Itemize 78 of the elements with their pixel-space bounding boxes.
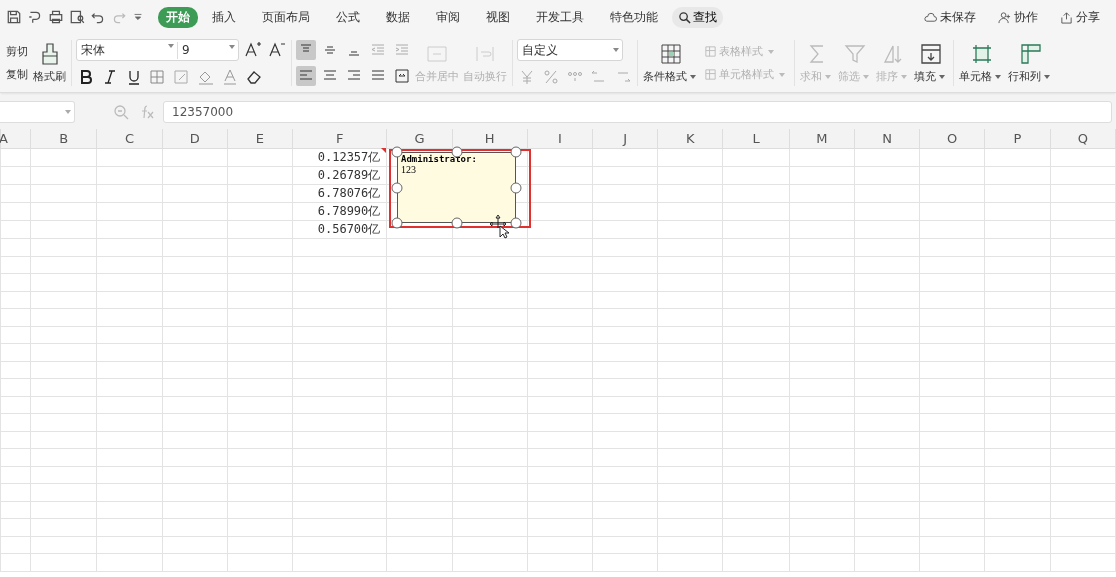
comment-text: 123 <box>401 164 417 175</box>
caret-icon <box>689 72 697 81</box>
cells-button[interactable]: 单元格 <box>958 40 1005 86</box>
filter-icon <box>843 42 867 66</box>
resize-handle[interactable] <box>391 217 403 229</box>
header-action[interactable]: 未保存 <box>918 7 982 27</box>
format-painter-button[interactable]: 格式刷 <box>32 40 67 86</box>
table-icon <box>704 68 717 81</box>
add-user-icon <box>998 10 1011 24</box>
search-button[interactable]: 查找 <box>672 6 723 28</box>
resize-handle[interactable] <box>391 182 403 193</box>
left-align-icon[interactable] <box>296 66 316 86</box>
fill-down-icon <box>919 42 943 66</box>
column-header[interactable]: F <box>335 131 344 146</box>
column-header[interactable]: Q <box>1077 131 1088 146</box>
top-align-icon[interactable] <box>296 40 316 60</box>
menu-tab[interactable]: 数据 <box>374 6 422 28</box>
menu-tab[interactable]: 公式 <box>324 6 372 28</box>
column-header[interactable]: M <box>816 131 828 146</box>
caret-icon <box>862 72 870 81</box>
search-icon <box>678 10 691 24</box>
column-header[interactable]: L <box>752 131 760 146</box>
print-icon[interactable] <box>48 9 64 25</box>
cut-button[interactable]: 剪切 <box>4 43 30 60</box>
menu-tab[interactable]: 开发工具 <box>524 6 596 28</box>
column-header[interactable]: J <box>623 131 628 146</box>
print-preview-icon[interactable] <box>69 9 85 25</box>
zoom-icon[interactable] <box>111 102 131 122</box>
column-header[interactable]: G <box>414 131 425 146</box>
caret-icon <box>767 47 775 56</box>
table-cell: 0.26789亿 <box>317 168 381 182</box>
column-header[interactable]: I <box>558 131 562 146</box>
cloud-icon <box>924 10 937 24</box>
table-cell: 0.12357亿 <box>317 150 381 164</box>
grid-icon <box>659 42 683 66</box>
caret-icon <box>824 72 832 81</box>
menu-tab[interactable]: 特色功能 <box>598 6 670 28</box>
menu-tab[interactable]: 视图 <box>474 6 522 28</box>
caret-icon <box>938 72 946 81</box>
caret-icon <box>1043 72 1051 81</box>
header-action[interactable]: 协作 <box>992 7 1044 27</box>
column-header[interactable]: K <box>686 131 695 146</box>
table-cell: 6.78076亿 <box>317 186 381 200</box>
rows-columns-icon <box>1018 42 1043 66</box>
resize-handle[interactable] <box>510 146 522 158</box>
header-action[interactable]: 分享 <box>1054 7 1106 27</box>
caret-icon <box>900 72 908 81</box>
resize-handle[interactable] <box>510 217 522 229</box>
comment-box[interactable]: Administrator: 123 <box>397 152 516 223</box>
table-cell: 0.56700亿 <box>317 222 381 236</box>
conditional-format-button[interactable]: 条件格式 <box>642 40 700 86</box>
comment-author: Administrator: <box>401 154 478 164</box>
column-header[interactable]: E <box>255 131 264 146</box>
percent-icon[interactable] <box>541 67 561 87</box>
cells-button[interactable]: 行和列 <box>1007 40 1054 86</box>
caret-icon <box>994 72 1002 81</box>
menu-tab[interactable]: 审阅 <box>424 6 472 28</box>
caret-icon <box>778 70 786 79</box>
table-icon <box>704 45 717 58</box>
column-header[interactable]: B <box>59 131 69 146</box>
save-icon[interactable] <box>6 9 22 25</box>
resize-handle[interactable] <box>391 146 403 158</box>
column-header[interactable]: D <box>189 131 200 146</box>
resize-handle[interactable] <box>510 182 522 193</box>
column-header[interactable]: N <box>882 131 892 146</box>
editing-button[interactable]: 填充 <box>913 40 949 86</box>
move-cursor-icon <box>490 215 510 239</box>
formula-field[interactable]: 12357000 <box>163 101 1112 123</box>
table-cell: 6.78990亿 <box>317 204 381 218</box>
copy-button[interactable]: 复制 <box>4 66 30 83</box>
resize-handle[interactable] <box>451 217 462 229</box>
menu-tab[interactable]: 页面布局 <box>250 6 322 28</box>
column-header[interactable]: O <box>947 131 958 146</box>
menu-tab[interactable]: 插入 <box>200 6 248 28</box>
column-header[interactable]: H <box>484 131 495 146</box>
column-header[interactable]: C <box>124 131 134 146</box>
column-header[interactable]: P <box>1013 131 1022 146</box>
share-icon <box>1060 10 1073 24</box>
